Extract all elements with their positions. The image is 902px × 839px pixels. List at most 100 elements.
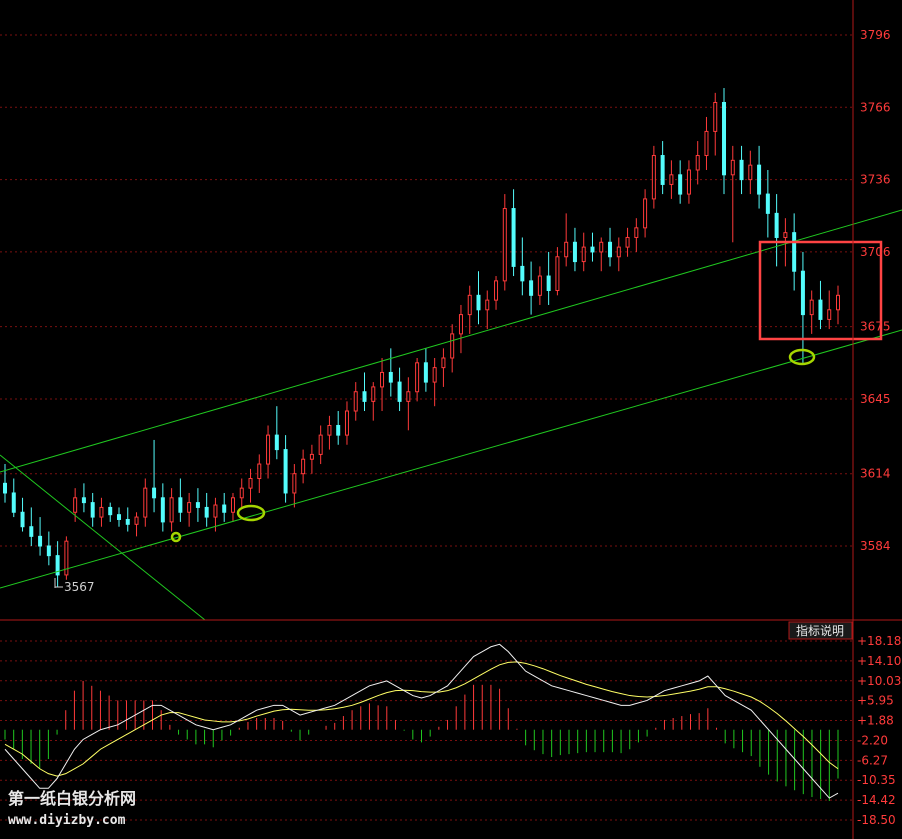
candle-body-down xyxy=(283,449,288,494)
candle-body-up xyxy=(134,516,139,525)
candle-body-up xyxy=(143,487,148,518)
annotations: 3567 xyxy=(54,240,883,594)
candle-body-down xyxy=(204,506,209,518)
indicator-help-button[interactable]: 指标说明 xyxy=(788,621,853,640)
candle-body-up xyxy=(450,333,455,359)
candle-body-up xyxy=(432,367,437,383)
candle-body-down xyxy=(660,155,665,185)
support-circle-3 xyxy=(788,348,816,366)
candle-body-up xyxy=(783,232,788,238)
candle-body-down xyxy=(3,482,7,494)
support-circle-2 xyxy=(236,504,266,522)
support-circle-1 xyxy=(170,531,182,543)
candle-body-down xyxy=(116,514,121,520)
watermark: 第一纸白银分析网 www.diyizby.com xyxy=(8,789,136,828)
candle-body-up xyxy=(344,410,349,436)
candle-body-down xyxy=(46,545,51,557)
candle-body-down xyxy=(774,212,779,238)
candle-body-up xyxy=(581,246,586,263)
candle-body-up xyxy=(686,169,691,195)
macd-tick-label: +1.88 xyxy=(857,714,894,728)
candle-body-down xyxy=(362,391,367,402)
price-tick-label: 3675 xyxy=(860,320,891,334)
watermark-title: 第一纸白银分析网 xyxy=(8,789,136,808)
channel-upper-line xyxy=(0,209,902,473)
candle-body-up xyxy=(309,453,314,460)
candle-body-down xyxy=(529,280,534,296)
candle-body-up xyxy=(380,371,385,388)
candle-body-up xyxy=(537,275,542,296)
candle-body-down xyxy=(765,193,770,214)
indicator-help-label: 指标说明 xyxy=(796,623,844,638)
macd-dif-line xyxy=(4,643,839,799)
candle-body-up xyxy=(301,458,306,475)
candle-body-up xyxy=(327,424,332,436)
candle-body-up xyxy=(836,294,840,311)
macd-tick-label: +10.03 xyxy=(857,674,901,688)
candle-body-up xyxy=(748,164,753,181)
price-tick-label: 3706 xyxy=(860,245,891,259)
candle-body-down xyxy=(29,526,34,537)
price-axis-labels: 3796 3766 3736 3706 3675 3645 3614 3584 xyxy=(860,28,891,553)
candle-body-up xyxy=(239,487,244,499)
price-tick-label: 3614 xyxy=(860,467,891,481)
macd-histogram xyxy=(4,680,839,801)
downtrend-line xyxy=(0,454,206,621)
candle-body-down xyxy=(81,497,86,504)
candle-body-up xyxy=(371,386,376,402)
candle-body-up xyxy=(64,540,69,576)
candle-body-down xyxy=(195,502,200,508)
candle-body-up xyxy=(704,130,709,157)
candle-body-down xyxy=(476,294,481,311)
candle-body-up xyxy=(502,208,507,282)
candle-body-down xyxy=(757,164,762,195)
candle-body-up xyxy=(713,101,718,132)
candle-body-down xyxy=(38,535,43,547)
candle-body-up xyxy=(695,155,700,171)
candle-body-up xyxy=(651,155,656,200)
macd-tick-label: +18.18 xyxy=(857,634,901,648)
candle-body-down xyxy=(108,506,113,516)
candle-body-up xyxy=(827,309,832,320)
candle-body-up xyxy=(213,504,218,518)
trend-channel-lines xyxy=(0,209,902,621)
candle-body-up xyxy=(564,241,569,258)
candle-body-down xyxy=(818,299,823,320)
price-tick-label: 3766 xyxy=(860,100,891,114)
candle-body-up xyxy=(415,362,420,393)
candle-body-down xyxy=(590,246,595,253)
candle-body-down xyxy=(511,208,516,267)
candle-body-down xyxy=(608,241,613,258)
candle-body-down xyxy=(739,159,744,181)
macd-dea-line xyxy=(4,661,839,777)
candle-body-up xyxy=(318,434,323,455)
candle-body-down xyxy=(90,502,95,518)
candle-body-up xyxy=(73,497,78,513)
candle-body-up xyxy=(230,497,235,513)
channel-lower-line xyxy=(0,329,902,589)
macd-tick-label: +5.95 xyxy=(857,694,894,708)
candle-body-down xyxy=(160,497,165,523)
candle-body-up xyxy=(599,241,604,253)
price-candles xyxy=(3,88,840,587)
macd-tick-label: -2.20 xyxy=(857,733,888,747)
candle-body-up xyxy=(458,314,463,335)
candle-body-down xyxy=(20,511,25,528)
candle-body-up xyxy=(406,391,411,402)
price-tick-label: 3645 xyxy=(860,392,891,406)
candle-body-down xyxy=(572,241,577,263)
price-tick-label: 3736 xyxy=(860,173,891,187)
candle-body-down xyxy=(722,101,727,176)
macd-tick-label: +14.10 xyxy=(857,654,901,668)
candle-body-up xyxy=(169,497,174,523)
candle-body-up xyxy=(669,174,674,185)
candle-body-down xyxy=(800,270,805,316)
macd-axis-labels: +18.18 +14.10 +10.03 +5.95 +1.88 -2.20 -6.27 -1… xyxy=(857,634,901,827)
candle-body-down xyxy=(792,232,797,272)
chart-canvas: 3567 3796 3766 3736 3706 3675 3645 3614 3584 +1… xyxy=(0,0,902,839)
candle-body-down xyxy=(423,362,428,383)
price-tick-label: 3584 xyxy=(860,539,891,553)
candle-body-up xyxy=(441,357,446,369)
candle-body-up xyxy=(555,256,560,292)
candle-body-down xyxy=(546,275,551,292)
